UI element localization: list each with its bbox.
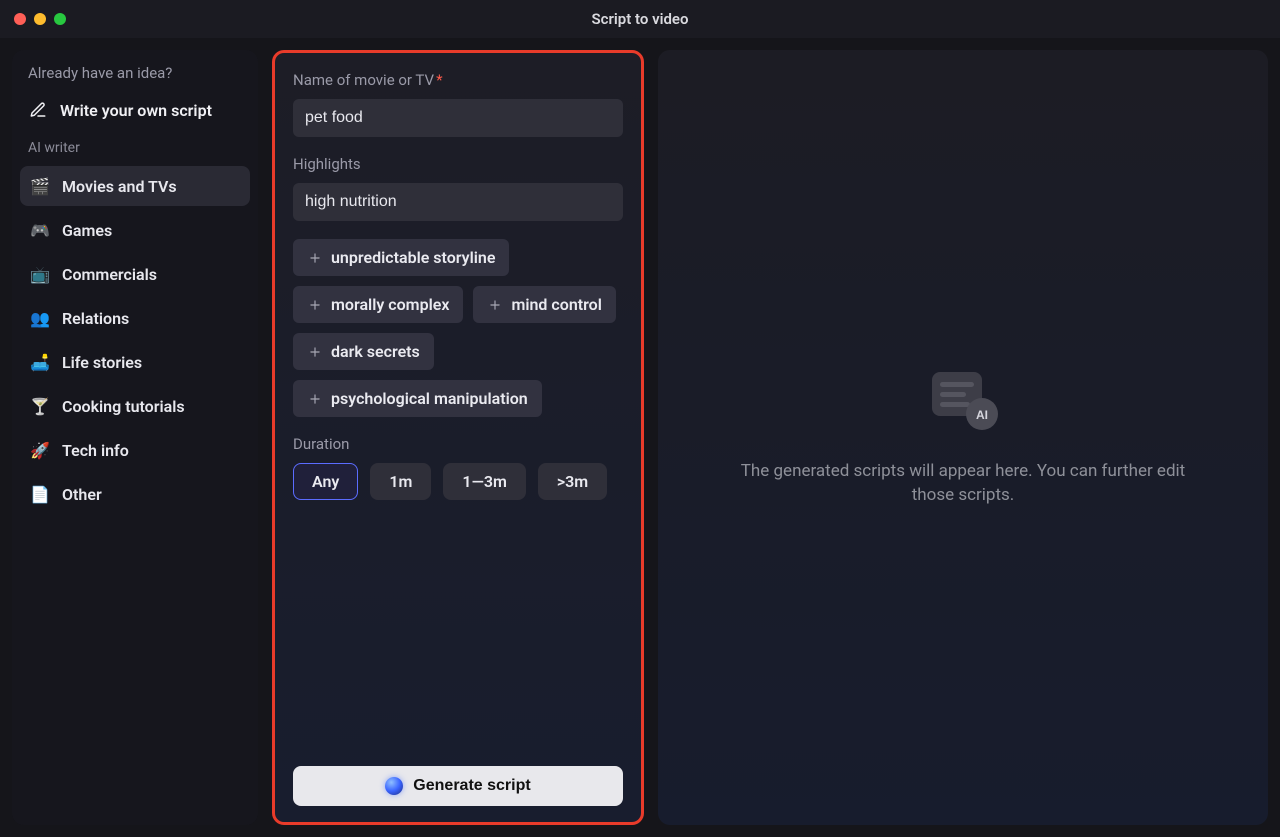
plus-icon <box>307 391 323 407</box>
svg-text:AI: AI <box>976 408 988 422</box>
name-field-label-text: Name of movie or TV <box>293 71 434 89</box>
plus-icon <box>307 344 323 360</box>
suggestion-chip[interactable]: mind control <box>473 286 615 323</box>
sidebar-item-commercials[interactable]: 📺 Commercials <box>20 254 250 294</box>
ai-writer-nav: 🎬 Movies and TVs 🎮 Games 📺 Commercials 👥 Relati… <box>16 162 254 518</box>
suggestion-chip-label: morally complex <box>331 295 449 314</box>
ai-orb-icon <box>385 777 403 795</box>
suggestion-chip[interactable]: dark secrets <box>293 333 434 370</box>
sidebar-item-label: Movies and TVs <box>62 177 177 196</box>
traffic-lights <box>14 13 66 25</box>
sidebar-item-label: Commercials <box>62 265 157 284</box>
suggestion-chip-label: mind control <box>511 295 601 314</box>
duration-options: Any 1m 1—3m >3m <box>293 463 623 500</box>
sidebar-item-label: Other <box>62 485 102 504</box>
script-form-panel: Name of movie or TV* Highlights unpredic… <box>272 50 644 825</box>
duration-field-label: Duration <box>293 435 623 453</box>
generate-script-label: Generate script <box>413 777 530 795</box>
window-title: Script to video <box>592 10 689 28</box>
write-own-script-label: Write your own script <box>60 101 212 120</box>
required-star-icon: * <box>436 71 442 89</box>
sidebar-item-cooking-tutorials[interactable]: 🍸 Cooking tutorials <box>20 386 250 426</box>
app-body: Already have an idea? Write your own scr… <box>0 38 1280 837</box>
preview-panel: AI The generated scripts will appear her… <box>658 50 1268 825</box>
duration-option[interactable]: >3m <box>538 463 607 500</box>
sidebar-item-icon: 👥 <box>30 308 50 328</box>
sidebar-item-label: Tech info <box>62 441 129 460</box>
suggestion-chip[interactable]: unpredictable storyline <box>293 239 509 276</box>
sidebar-item-icon: 🍸 <box>30 396 50 416</box>
script-placeholder-icon: AI <box>924 368 1002 432</box>
generate-script-button[interactable]: Generate script <box>293 766 623 806</box>
preview-placeholder-text: The generated scripts will appear here. … <box>733 460 1193 508</box>
window-zoom-button[interactable] <box>54 13 66 25</box>
sidebar-item-relations[interactable]: 👥 Relations <box>20 298 250 338</box>
plus-icon <box>307 297 323 313</box>
sidebar-item-tech-info[interactable]: 🚀 Tech info <box>20 430 250 470</box>
sidebar-item-icon: 🎮 <box>30 220 50 240</box>
name-input[interactable] <box>293 99 623 137</box>
duration-option[interactable]: 1—3m <box>443 463 525 500</box>
suggestion-chip-label: unpredictable storyline <box>331 248 495 267</box>
duration-option[interactable]: 1m <box>370 463 431 500</box>
sidebar-item-icon: 🎬 <box>30 176 50 196</box>
sidebar-item-icon: 🛋️ <box>30 352 50 372</box>
name-field-label: Name of movie or TV* <box>293 71 623 89</box>
sidebar-item-label: Games <box>62 221 112 240</box>
window-minimize-button[interactable] <box>34 13 46 25</box>
ai-writer-heading: AI writer <box>16 134 254 162</box>
suggestion-chip-label: dark secrets <box>331 342 420 361</box>
titlebar: Script to video <box>0 0 1280 38</box>
suggestion-chip[interactable]: morally complex <box>293 286 463 323</box>
highlights-field-label: Highlights <box>293 155 623 173</box>
sidebar-item-life-stories[interactable]: 🛋️ Life stories <box>20 342 250 382</box>
sidebar-item-label: Cooking tutorials <box>62 397 185 416</box>
duration-option[interactable]: Any <box>293 463 358 500</box>
sidebar-item-icon: 🚀 <box>30 440 50 460</box>
sidebar-idea-heading: Already have an idea? <box>16 58 254 92</box>
suggestion-chip-label: psychological manipulation <box>331 389 528 408</box>
sidebar: Already have an idea? Write your own scr… <box>12 50 258 825</box>
highlight-suggestions: unpredictable storyline morally complex mi… <box>293 239 623 417</box>
highlights-input[interactable] <box>293 183 623 221</box>
sidebar-item-games[interactable]: 🎮 Games <box>20 210 250 250</box>
suggestion-chip[interactable]: psychological manipulation <box>293 380 542 417</box>
plus-icon <box>487 297 503 313</box>
window-close-button[interactable] <box>14 13 26 25</box>
sidebar-item-icon: 📄 <box>30 484 50 504</box>
sidebar-item-label: Life stories <box>62 353 142 372</box>
sidebar-item-movies-and-tvs[interactable]: 🎬 Movies and TVs <box>20 166 250 206</box>
sidebar-item-other[interactable]: 📄 Other <box>20 474 250 514</box>
sidebar-item-icon: 📺 <box>30 264 50 284</box>
pencil-icon <box>28 100 48 120</box>
plus-icon <box>307 250 323 266</box>
write-own-script-button[interactable]: Write your own script <box>16 92 254 134</box>
sidebar-item-label: Relations <box>62 309 129 328</box>
